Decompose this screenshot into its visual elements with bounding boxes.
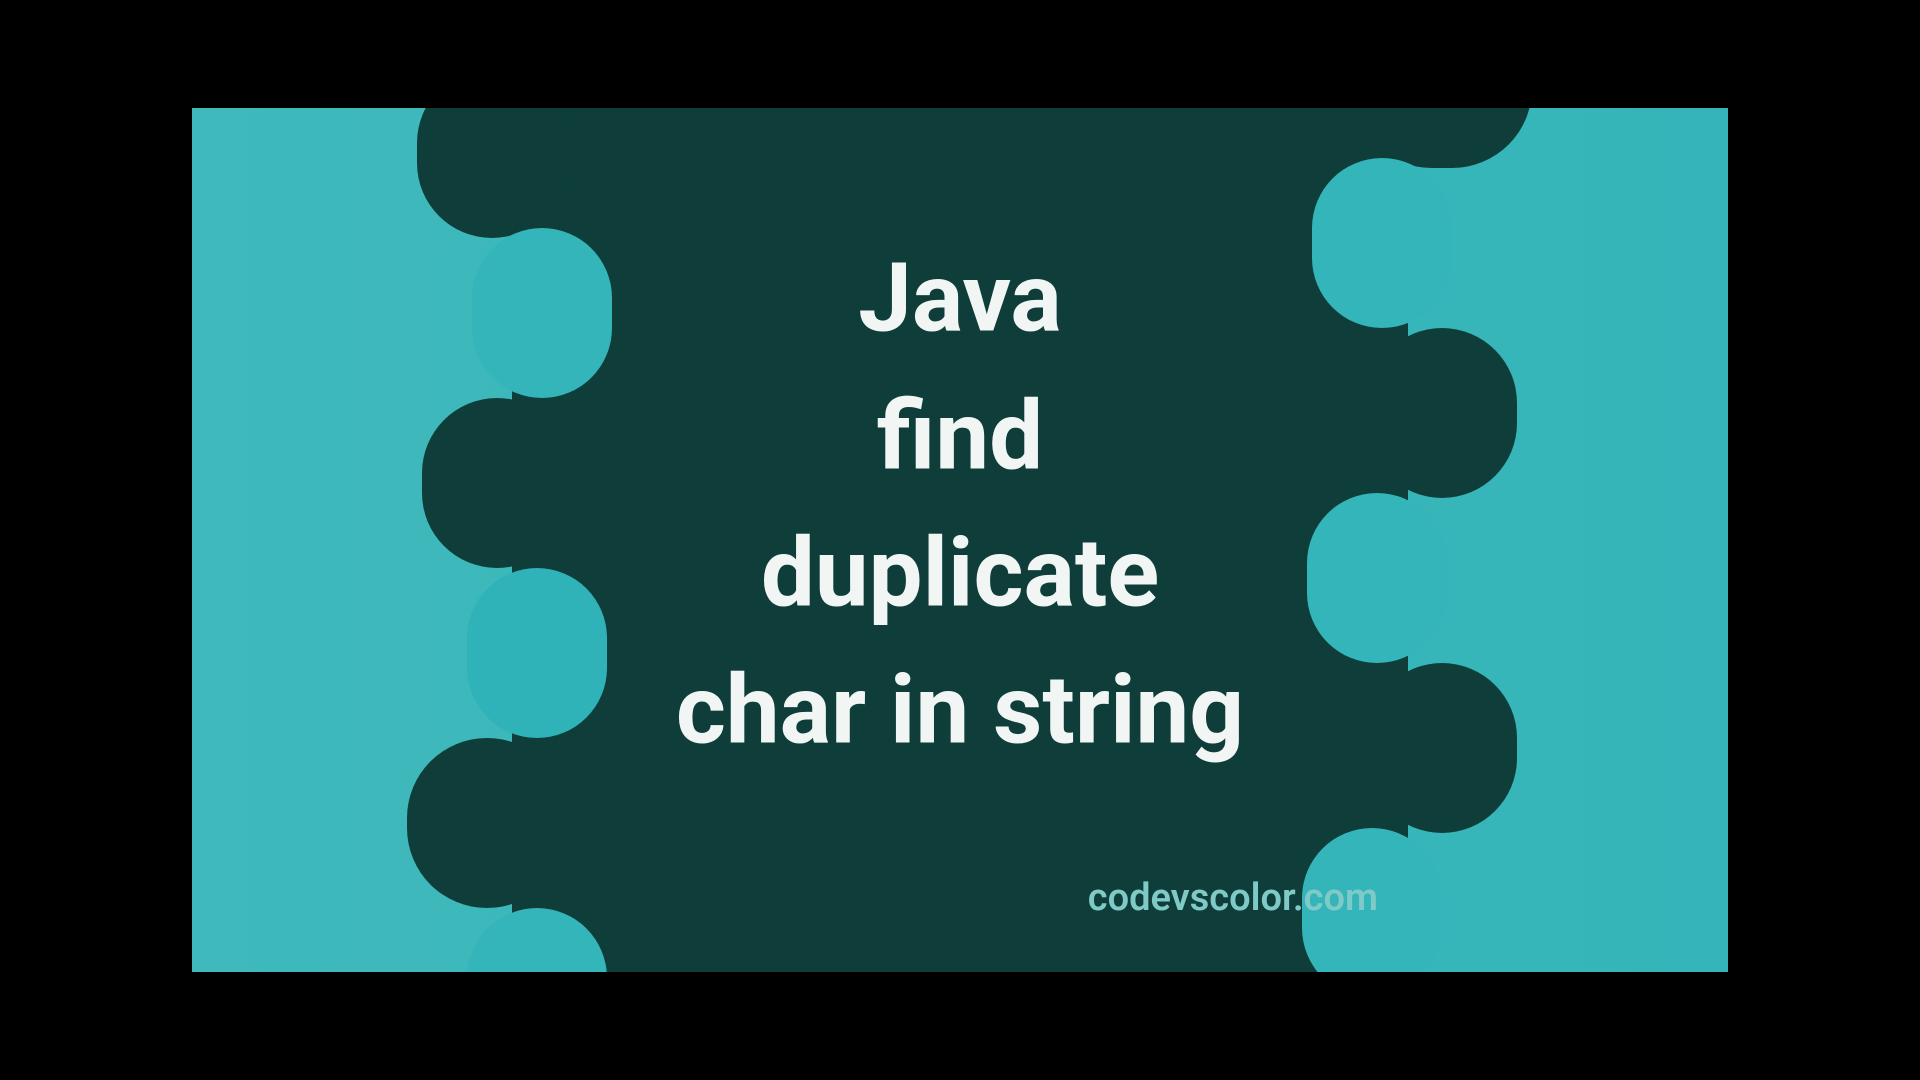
blob-notch-left xyxy=(472,228,612,398)
blob-notch-right xyxy=(1307,493,1447,663)
blob-notch-right xyxy=(1312,158,1452,328)
blob-bump-left xyxy=(422,398,572,568)
banner-container: Java find duplicate char in string codev… xyxy=(192,108,1728,972)
credit-text: codevscolor.com xyxy=(1088,876,1378,920)
blob-bump-right xyxy=(1367,328,1517,498)
banner-title: Java find duplicate char in string xyxy=(676,231,1244,780)
blob-notch-left xyxy=(467,568,607,738)
blob-bump-right xyxy=(1367,663,1517,833)
blob-bump-left xyxy=(407,738,567,908)
